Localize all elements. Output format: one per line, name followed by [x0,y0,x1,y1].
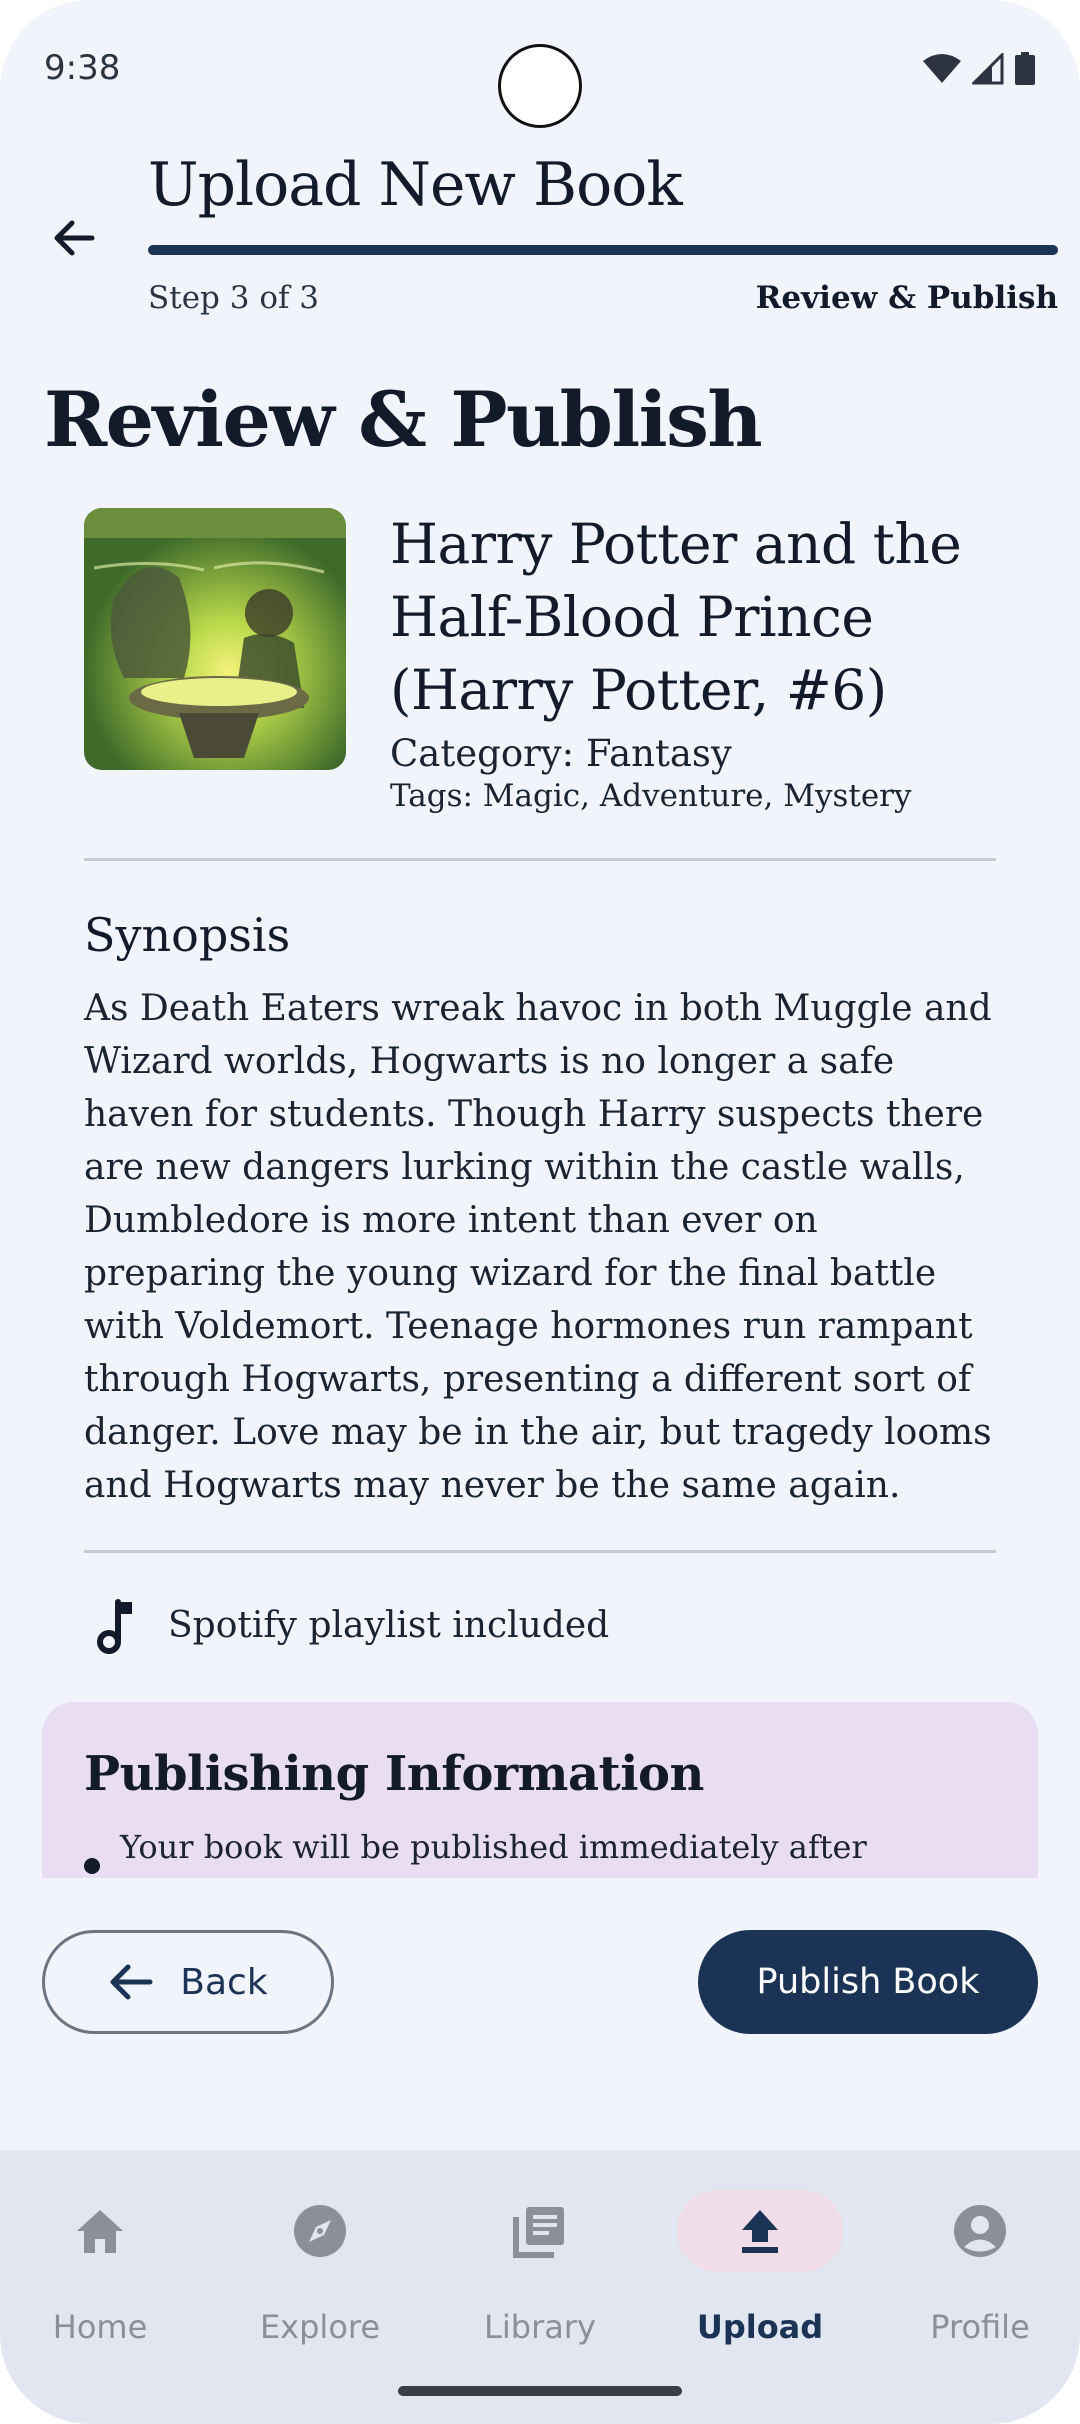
battery-icon [1015,52,1035,85]
device-screen: 9:38 Upload New Book Step 3 of 3 Review … [0,0,1080,2424]
step-progress-fill [148,245,1058,255]
upload-icon [742,2210,778,2253]
publish-book-button[interactable]: Publish Book [698,1930,1038,2034]
divider [84,1550,996,1553]
nav-item-profile[interactable]: Profile [880,2190,1080,2360]
book-category: Category: Fantasy [390,732,732,775]
home-indicator [398,2386,682,2396]
book-cover-image [84,508,346,770]
home-icon [77,2210,123,2253]
nav-label-upload: Upload [696,2308,824,2346]
book-title: Harry Potter and the Half-Blood Prince (… [390,512,962,722]
nav-label-home: Home [52,2308,148,2346]
bottom-navigation: Home Explore Library Upload Profile [0,2150,1080,2424]
nav-label-profile: Profile [930,2308,1030,2346]
publishing-info-card: Publishing Information Your book will be… [42,1702,1038,1878]
synopsis-heading: Synopsis [84,908,291,962]
arrow-left-icon [110,1964,153,2000]
playlist-status: Spotify playlist included [168,1605,610,1646]
signal-icon [972,53,1004,85]
publishing-info-heading: Publishing Information [84,1746,704,1802]
synopsis-text: As Death Eaters wreak havoc in both Mugg… [84,988,992,1506]
nav-label-library: Library [484,2308,596,2346]
back-arrow-icon[interactable] [46,210,102,266]
nav-item-library[interactable]: Library [440,2190,640,2360]
header-title: Upload New Book [148,150,683,220]
book-tags: Tags: Magic, Adventure, Mystery [390,778,912,814]
publishing-info-bullet: Your book will be published immediately … [120,1828,867,1866]
nav-item-home[interactable]: Home [0,2190,200,2360]
library-icon [513,2207,564,2258]
divider [84,858,996,861]
compass-icon [294,2205,346,2257]
status-time: 9:38 [44,48,121,88]
nav-item-upload[interactable]: Upload [660,2190,860,2360]
wifi-icon [923,54,961,83]
page-title: Review & Publish [44,375,763,464]
step-progress-bar [148,245,1058,255]
bullet-dot [84,1858,100,1874]
back-button[interactable]: Back [42,1930,334,2034]
step-counter: Step 3 of 3 [148,280,320,316]
publish-button-label: Publish Book [756,1962,980,2002]
nav-item-explore[interactable]: Explore [220,2190,420,2360]
camera-cutout [498,44,582,128]
status-icons [922,52,1036,86]
nav-label-explore: Explore [259,2308,381,2346]
step-name: Review & Publish [755,280,1058,316]
back-button-label: Back [180,1961,268,2003]
profile-icon [954,2205,1006,2257]
music-note-icon [97,1599,132,1654]
